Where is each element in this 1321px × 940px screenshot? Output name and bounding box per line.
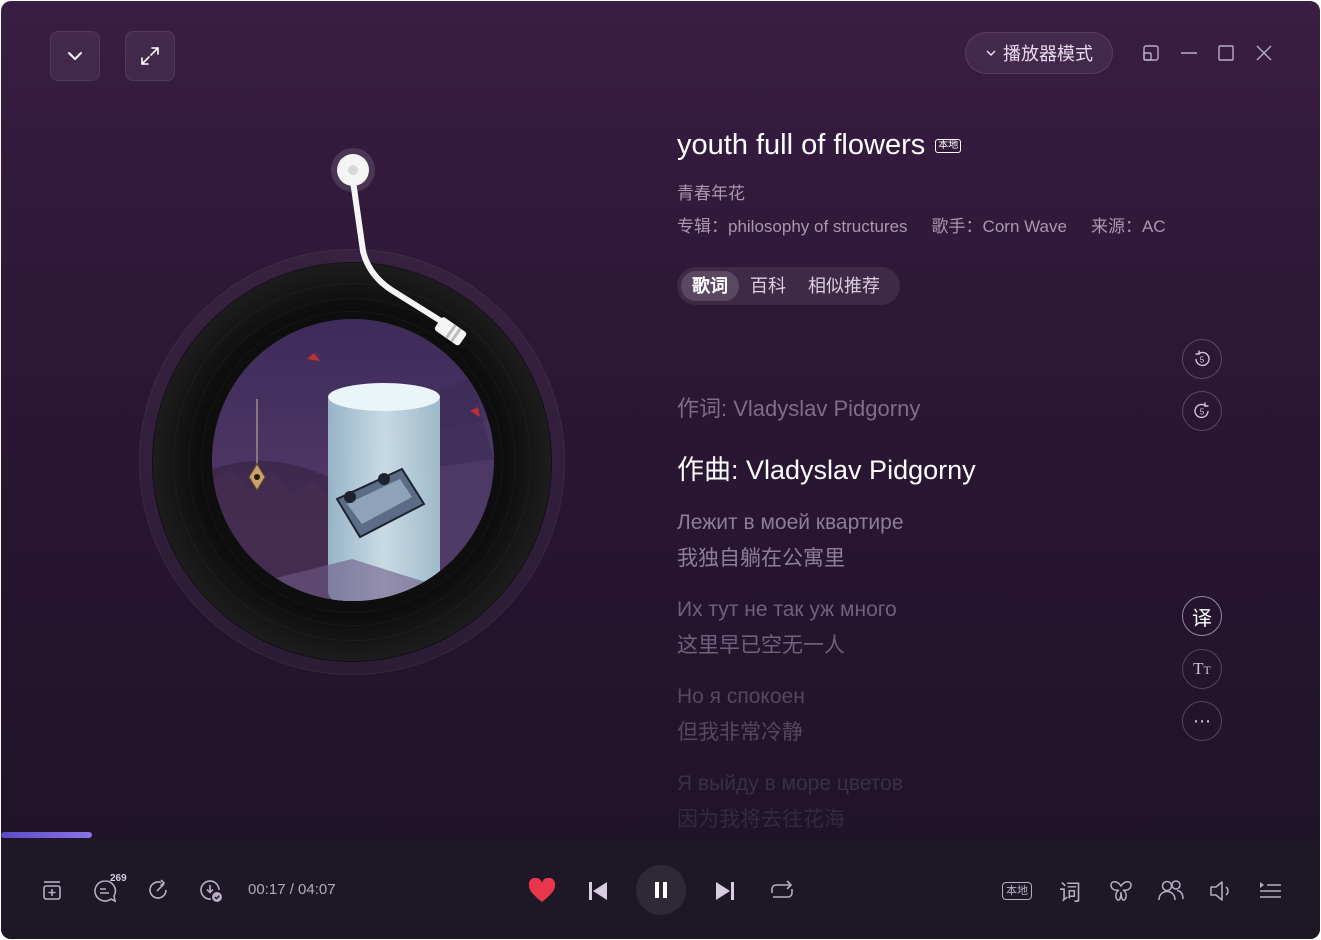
heart-icon	[528, 878, 556, 902]
chevron-down-icon	[986, 50, 996, 57]
forward-5-button[interactable]: 5	[1182, 391, 1222, 431]
lyric-line[interactable]: Лежит в моей квартире	[677, 511, 904, 535]
repeat-button[interactable]	[767, 878, 797, 904]
local-file-button[interactable]: 本地	[999, 880, 1035, 902]
close-icon	[1256, 45, 1272, 61]
more-button[interactable]: ⋯	[1182, 701, 1222, 741]
chevron-down-icon	[68, 52, 82, 60]
font-size-button[interactable]: TT	[1182, 649, 1222, 689]
font-size-icon: TT	[1193, 659, 1211, 678]
like-button[interactable]	[527, 877, 557, 905]
maximize-icon	[1218, 45, 1234, 61]
album-cover[interactable]	[212, 319, 494, 601]
users-icon	[1158, 880, 1184, 901]
progress-fill[interactable]	[1, 832, 92, 838]
tab-similar[interactable]: 相似推荐	[797, 271, 891, 301]
song-title: youth full of flowers	[677, 129, 926, 161]
desktop-lyrics-button[interactable]: 词	[1056, 877, 1084, 905]
previous-icon	[589, 882, 607, 900]
lyrics-icon: 词	[1058, 880, 1081, 905]
pause-button[interactable]	[636, 865, 686, 915]
album-link[interactable]: 专辑：philosophy of structures	[677, 212, 908, 237]
volume-button[interactable]	[1206, 877, 1234, 905]
share-button[interactable]	[145, 877, 171, 903]
butterfly-icon	[1110, 881, 1132, 901]
lyric-line[interactable]: Но я спокоен	[677, 685, 805, 709]
comment-count: 269	[110, 873, 127, 884]
player-mode-button[interactable]: 播放器模式	[965, 32, 1113, 74]
playlist-button[interactable]	[1256, 877, 1284, 905]
time-display: 00:17 / 04:07	[248, 881, 336, 898]
info-tabs: 歌词 百科 相似推荐	[677, 267, 900, 305]
lyric-translation: 因为我将去往花海	[677, 808, 845, 831]
song-title-row: youth full of flowers 本地	[677, 129, 962, 162]
tonearm	[331, 148, 467, 346]
album-art-image	[212, 319, 494, 601]
download-done-icon	[200, 880, 222, 902]
minimize-button[interactable]	[1175, 39, 1203, 67]
next-button[interactable]	[712, 878, 738, 904]
fullscreen-button[interactable]	[125, 31, 175, 81]
comments-button[interactable]: 269	[91, 873, 131, 905]
expand-icon	[141, 47, 159, 65]
previous-button[interactable]	[585, 878, 611, 904]
player-window: 播放器模式 youth full of flowers 本地 青春年花 专辑：p…	[1, 1, 1320, 939]
tab-encyclopedia[interactable]: 百科	[739, 271, 797, 301]
lyric-line[interactable]: Я выйду в море цветов	[677, 772, 903, 796]
share-icon	[149, 879, 167, 899]
volume-icon	[1210, 881, 1229, 901]
tab-lyrics[interactable]: 歌词	[681, 271, 739, 301]
rewind-5-button[interactable]: 5	[1182, 339, 1222, 379]
lyric-translation: 但我非常冷静	[677, 721, 803, 744]
local-badge: 本地	[935, 138, 962, 153]
collapse-button[interactable]	[50, 31, 100, 81]
lyric-line-current[interactable]: 作曲: Vladyslav Pidgorny	[677, 448, 976, 487]
mini-window-icon	[1143, 45, 1159, 61]
mini-mode-button[interactable]	[1137, 39, 1165, 67]
maximize-button[interactable]	[1212, 39, 1240, 67]
rewind-icon: 5	[1195, 350, 1210, 367]
artist-link[interactable]: 歌手：Corn Wave	[932, 212, 1067, 237]
svg-text:5: 5	[1200, 356, 1205, 365]
repeat-icon	[771, 880, 793, 898]
minimize-icon	[1181, 52, 1197, 54]
lyric-translation: 我独自躺在公寓里	[677, 547, 845, 570]
pause-icon	[655, 882, 667, 898]
song-subtitle: 青春年花	[677, 184, 745, 203]
player-mode-label: 播放器模式	[1003, 44, 1093, 64]
translate-icon: 译	[1192, 607, 1212, 630]
local-label: 本地	[1002, 882, 1032, 900]
lyric-translation: 这里早已空无一人	[677, 634, 845, 657]
progress-track[interactable]	[1, 832, 1320, 838]
add-to-playlist-button[interactable]	[39, 877, 65, 903]
listen-together-button[interactable]	[1156, 877, 1186, 905]
forward-icon: 5	[1194, 402, 1209, 419]
sound-effect-button[interactable]	[1107, 877, 1135, 905]
add-playlist-icon	[43, 881, 61, 900]
translate-button[interactable]: 译	[1182, 596, 1222, 636]
more-icon: ⋯	[1193, 710, 1211, 731]
svg-text:5: 5	[1200, 408, 1205, 417]
lyric-line[interactable]: Их тут не так уж много	[677, 598, 897, 622]
lyric-line[interactable]: 作词: Vladyslav Pidgorny	[677, 391, 920, 423]
song-meta: 专辑：philosophy of structures 歌手：Corn Wave…	[677, 212, 1166, 237]
close-button[interactable]	[1250, 39, 1278, 67]
source-label: 来源：AC	[1090, 217, 1166, 236]
next-icon	[716, 882, 734, 900]
playlist-icon	[1260, 882, 1281, 898]
download-button[interactable]	[197, 877, 225, 905]
